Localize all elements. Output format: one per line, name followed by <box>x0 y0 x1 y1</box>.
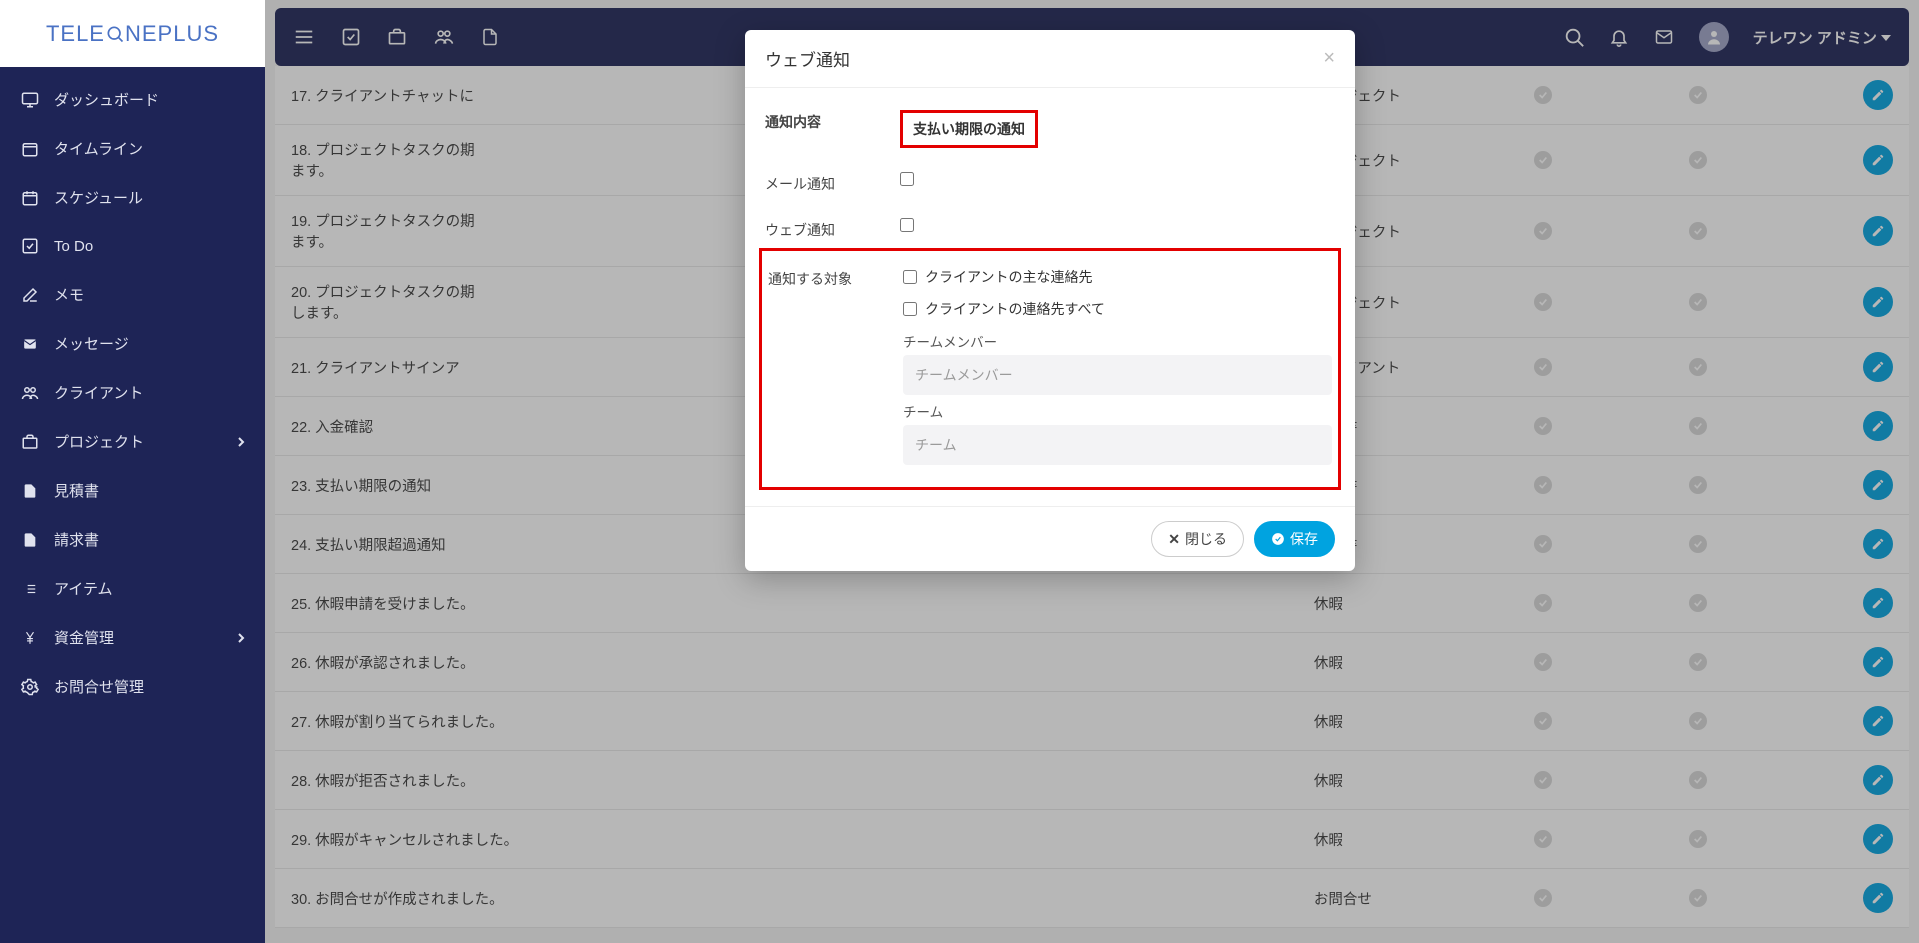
sidebar-item-8[interactable]: 見積書 <box>0 466 265 515</box>
chevron-right-icon <box>237 632 245 644</box>
sidebar-item-4[interactable]: メモ <box>0 270 265 319</box>
brand-logo: TELENEPLUS <box>0 0 265 67</box>
mail-checkbox[interactable] <box>900 172 914 186</box>
chevron-right-icon <box>237 436 245 448</box>
sidebar-item-0[interactable]: ダッシュボード <box>0 75 265 124</box>
sidebar-item-label: お問合せ管理 <box>54 676 144 697</box>
sidebar-item-label: プロジェクト <box>54 431 144 452</box>
file-icon <box>20 530 40 550</box>
label-content: 通知内容 <box>765 110 900 132</box>
sidebar-item-6[interactable]: クライアント <box>0 368 265 417</box>
sidebar-item-2[interactable]: スケジュール <box>0 173 265 222</box>
close-button[interactable]: ✕ 閉じる <box>1151 521 1244 557</box>
sidebar-item-label: タイムライン <box>54 138 143 159</box>
sidebar-item-label: クライアント <box>54 382 143 403</box>
check-square-icon <box>20 236 40 256</box>
team-label: チーム <box>903 401 1332 421</box>
web-notification-modal: ウェブ通知 × 通知内容 支払い期限の通知 メール通知 ウェブ通知 <box>745 30 1355 571</box>
sidebar-item-11[interactable]: 資金管理 <box>0 613 265 662</box>
sidebar-item-label: 請求書 <box>54 529 99 550</box>
target-main-label: クライアントの主な連絡先 <box>925 267 1092 287</box>
briefcase-icon <box>20 432 40 452</box>
sidebar-item-label: ダッシュボード <box>54 89 159 110</box>
save-button[interactable]: 保存 <box>1254 521 1335 557</box>
target-all-checkbox[interactable] <box>903 302 917 316</box>
sidebar-nav: ダッシュボードタイムラインスケジュール To Do メモメッセージクライアントプロジ… <box>0 67 265 943</box>
sidebar-item-label: To Do <box>54 238 93 255</box>
label-targets: 通知する対象 <box>768 267 903 289</box>
sidebar-item-5[interactable]: メッセージ <box>0 319 265 368</box>
sidebar-item-10[interactable]: アイテム <box>0 564 265 613</box>
label-web: ウェブ通知 <box>765 218 900 240</box>
team-input[interactable]: チーム <box>903 425 1332 465</box>
sidebar-item-3[interactable]: To Do <box>0 222 265 270</box>
gear-icon <box>20 677 40 697</box>
users-icon <box>20 383 40 403</box>
sidebar-item-12[interactable]: お問合せ管理 <box>0 662 265 711</box>
calendar-icon <box>20 188 40 208</box>
list-icon <box>20 579 40 599</box>
target-main-checkbox[interactable] <box>903 270 917 284</box>
web-checkbox[interactable] <box>900 218 914 232</box>
calendar-blank-icon <box>20 139 40 159</box>
sidebar-item-1[interactable]: タイムライン <box>0 124 265 173</box>
yen-icon <box>20 628 40 648</box>
sidebar-item-7[interactable]: プロジェクト <box>0 417 265 466</box>
edit-icon <box>20 285 40 305</box>
close-icon[interactable]: × <box>1323 47 1335 70</box>
modal-title: ウェブ通知 <box>765 46 850 71</box>
label-mail: メール通知 <box>765 172 900 194</box>
sidebar-item-label: メモ <box>54 284 84 305</box>
sidebar-item-label: アイテム <box>54 578 113 599</box>
monitor-icon <box>20 90 40 110</box>
sidebar-item-9[interactable]: 請求書 <box>0 515 265 564</box>
sidebar-item-label: 見積書 <box>54 480 99 501</box>
team-member-label: チームメンバー <box>903 331 1332 351</box>
target-all-label: クライアントの連絡先すべて <box>925 299 1105 319</box>
sidebar-item-label: スケジュール <box>54 187 143 208</box>
mail-icon <box>20 334 40 354</box>
content-value: 支払い期限の通知 <box>900 110 1038 148</box>
team-member-input[interactable]: チームメンバー <box>903 355 1332 395</box>
file-icon <box>20 481 40 501</box>
sidebar-item-label: 資金管理 <box>54 627 114 648</box>
sidebar-item-label: メッセージ <box>54 333 129 354</box>
